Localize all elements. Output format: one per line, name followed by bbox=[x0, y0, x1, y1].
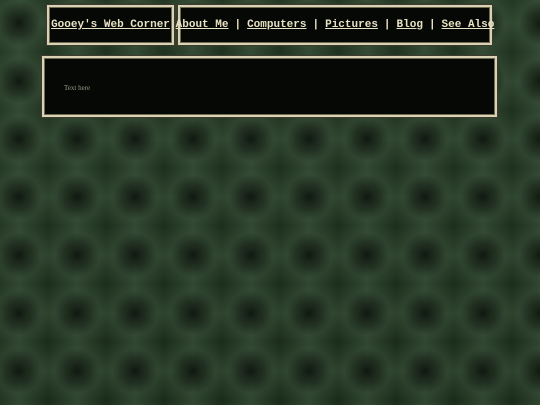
nav-separator: | bbox=[383, 19, 391, 31]
content-panel: Text here bbox=[42, 56, 497, 117]
site-title-link[interactable]: Gooey's Web Corner bbox=[51, 19, 170, 31]
nav-link-about-me[interactable]: About Me bbox=[176, 19, 229, 31]
nav-link-blog[interactable]: Blog bbox=[397, 19, 423, 31]
content-text: Text here bbox=[64, 84, 91, 92]
nav-separator: | bbox=[428, 19, 436, 31]
nav-separator: | bbox=[234, 19, 242, 31]
nav-bar: About Me | Computers | Pictures | Blog |… bbox=[176, 5, 495, 45]
nav-separator: | bbox=[312, 19, 320, 31]
nav-link-pictures[interactable]: Pictures bbox=[325, 19, 378, 31]
nav-link-computers[interactable]: Computers bbox=[247, 19, 306, 31]
nav-link-see-also[interactable]: See Also bbox=[442, 19, 495, 31]
site-title-box: Gooey's Web Corner bbox=[47, 5, 174, 45]
